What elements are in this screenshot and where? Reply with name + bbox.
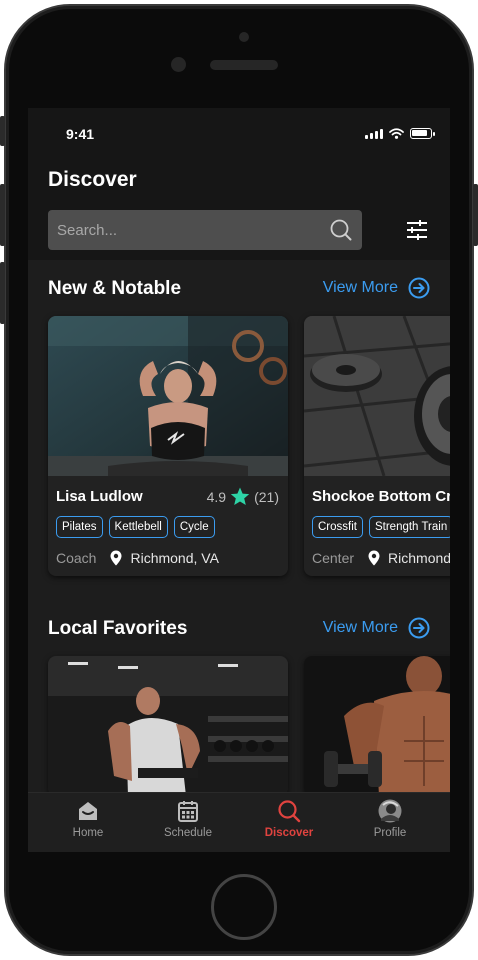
- card-name: Shockoe Bottom Cr...: [312, 488, 450, 505]
- view-more-local-favorites[interactable]: View More: [323, 617, 430, 639]
- power-button: [473, 184, 478, 246]
- tab-label: Profile: [373, 827, 407, 839]
- tag: Pilates: [56, 516, 103, 538]
- page-title: Discover: [48, 168, 137, 191]
- cellular-signal-icon: [365, 128, 383, 139]
- tab-label: Schedule: [164, 827, 212, 839]
- card-meta: Coach Richmond, VA: [56, 550, 219, 566]
- app-screen: 9:41 Discover Search... New & Notable Vi…: [28, 108, 450, 852]
- card-name: Lisa Ludlow: [56, 488, 143, 505]
- battery-icon: [410, 128, 435, 139]
- view-more-new-notable[interactable]: View More: [323, 277, 430, 299]
- tab-label: Discover: [264, 827, 314, 839]
- section-title-new-notable: New & Notable: [48, 278, 182, 299]
- location-pin-icon: [368, 550, 380, 566]
- tag: Cycle: [173, 516, 215, 538]
- view-more-label: View More: [322, 619, 398, 636]
- location: Richmond, VA: [130, 550, 219, 566]
- gym-photo: [48, 656, 288, 796]
- status-icons: [365, 128, 435, 139]
- favorite-card[interactable]: [48, 656, 288, 796]
- home-hardware-button[interactable]: [211, 874, 277, 940]
- tag-list: Pilates Kettlebell Cycle: [56, 516, 215, 538]
- provider-type: Coach: [56, 550, 97, 566]
- tab-discover[interactable]: Discover: [239, 799, 339, 839]
- home-icon: [79, 802, 97, 820]
- status-time: 9:41: [66, 126, 95, 142]
- volume-up-button: [0, 184, 5, 246]
- header: 9:41 Discover Search...: [28, 108, 450, 260]
- center-photo: [304, 316, 450, 476]
- location-pin-icon: [110, 550, 122, 566]
- location: Richmond: [388, 550, 450, 566]
- tag: Crossfit: [312, 516, 363, 538]
- tab-profile[interactable]: Profile: [340, 799, 440, 839]
- review-count: (21): [254, 488, 279, 505]
- card-meta: Center Richmond: [312, 550, 450, 566]
- coach-photo: [48, 316, 288, 476]
- calendar-icon: [178, 801, 198, 822]
- wifi-icon: [389, 128, 404, 139]
- earpiece-speaker: [210, 60, 278, 70]
- search-icon: [278, 800, 301, 823]
- front-camera: [171, 57, 186, 72]
- tag-list: Crossfit Strength Train: [312, 516, 450, 538]
- tab-label: Home: [72, 827, 104, 839]
- search-input[interactable]: Search...: [48, 210, 362, 250]
- bottom-tab-bar: Home Schedule Discover Profile: [28, 792, 450, 852]
- mute-switch: [0, 116, 5, 146]
- search-icon[interactable]: [330, 219, 352, 241]
- center-card[interactable]: Shockoe Bottom Cr... Crossfit Strength T…: [304, 316, 450, 576]
- arrow-circle-right-icon: [408, 617, 430, 639]
- tab-schedule[interactable]: Schedule: [138, 799, 238, 839]
- star-icon: [230, 487, 250, 505]
- arrow-circle-right-icon: [408, 277, 430, 299]
- proximity-sensor: [239, 32, 249, 42]
- favorite-card[interactable]: [304, 656, 450, 796]
- avatar-icon: [378, 799, 402, 823]
- view-more-label: View More: [322, 279, 398, 296]
- rating-value: 4.9: [206, 488, 227, 505]
- tag: Strength Train: [368, 516, 450, 538]
- filter-sliders-icon[interactable]: [406, 220, 428, 240]
- tab-home[interactable]: Home: [38, 799, 138, 839]
- provider-type: Center: [312, 550, 355, 566]
- section-title-local-favorites: Local Favorites: [48, 618, 188, 639]
- volume-down-button: [0, 262, 5, 324]
- search-placeholder: Search...: [57, 221, 118, 239]
- card-rating: 4.9 (21): [207, 487, 279, 506]
- coach-card[interactable]: Lisa Ludlow 4.9 (21) Pilates Kettlebell …: [48, 316, 288, 576]
- athlete-photo: [304, 656, 450, 796]
- tag: Kettlebell: [108, 516, 168, 538]
